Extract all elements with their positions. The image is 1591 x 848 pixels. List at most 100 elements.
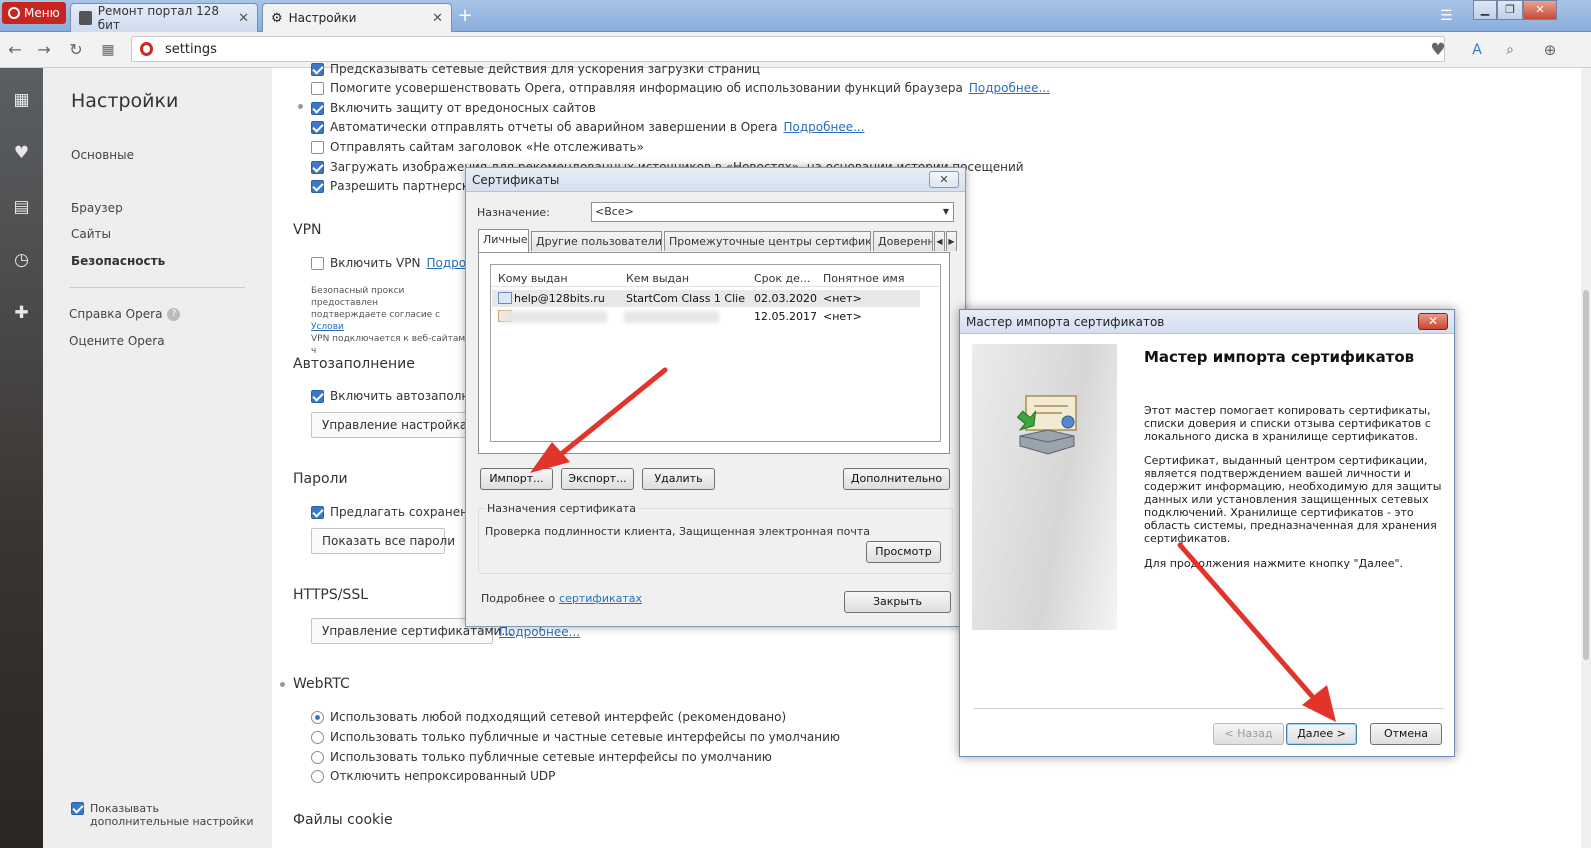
chevron-down-icon: ▼ [942, 207, 949, 216]
extensions-puzzle-icon[interactable]: ✚ [0, 298, 43, 328]
checkbox[interactable] [311, 62, 324, 76]
setting-row[interactable]: Отправлять сайтам заголовок «Не отслежив… [311, 140, 644, 154]
bookmarks-heart-icon[interactable]: ♥ [0, 138, 43, 168]
checkbox[interactable] [311, 81, 324, 95]
show-advanced-checkbox[interactable] [71, 802, 84, 815]
tab-intermediate-ca[interactable]: Промежуточные центры сертификации [664, 231, 871, 251]
table-row[interactable]: 12.05.2017 <нет> [492, 308, 920, 325]
wizard-divider [974, 708, 1444, 709]
view-button[interactable]: Просмотр [866, 541, 941, 563]
setting-row[interactable]: Разрешить партнерским [311, 179, 486, 193]
radio-button[interactable] [311, 750, 324, 764]
vpn-checkbox[interactable] [311, 256, 324, 270]
webrtc-option[interactable]: Использовать любой подходящий сетевой ин… [311, 710, 786, 724]
checkbox[interactable] [311, 120, 324, 134]
radio-button[interactable] [311, 710, 324, 724]
setting-row[interactable]: Предсказывать сетевые действия для ускор… [311, 62, 760, 76]
setting-row[interactable]: Автоматически отправлять отчеты об авари… [311, 120, 865, 134]
forward-icon[interactable]: → [34, 40, 54, 60]
tab-remont-portal[interactable]: Ремонт портал 128 бит ✕ [70, 3, 258, 32]
speed-dial-icon[interactable]: ▦ [98, 40, 118, 60]
tab-scroll-left-icon[interactable]: ◀ [934, 231, 945, 251]
tab-trusted[interactable]: Доверенны [873, 231, 933, 251]
heart-bookmark-icon[interactable]: ♥ [1428, 40, 1448, 60]
checkbox[interactable] [311, 160, 324, 174]
setting-row[interactable]: Включить защиту от вредоносных сайтов [311, 101, 596, 115]
back-button[interactable]: < Назад [1213, 723, 1284, 745]
webrtc-option[interactable]: Использовать только публичные сетевые ин… [311, 750, 772, 764]
vpn-row[interactable]: Включить VPN Подробне [311, 256, 489, 270]
translate-icon[interactable]: A [1467, 40, 1487, 60]
download-icon[interactable]: ⊕ [1540, 40, 1560, 60]
back-icon[interactable]: ← [5, 40, 25, 60]
export-button[interactable]: Экспорт... [561, 468, 634, 490]
tab-settings[interactable]: ⚙ Настройки ✕ [262, 3, 452, 32]
passwords-checkbox[interactable] [311, 505, 324, 519]
nav-item-sites[interactable]: Сайты [71, 227, 111, 241]
more-link[interactable]: Подробнее... [969, 81, 1050, 95]
tab-scroll-right-icon[interactable]: ▶ [946, 231, 957, 251]
cancel-button[interactable]: Отмена [1370, 723, 1442, 745]
nav-item-basic[interactable]: Основные [71, 148, 134, 162]
minimize-button[interactable]: ▁ [1473, 0, 1497, 20]
nav-divider [69, 287, 245, 288]
radio-button[interactable] [311, 730, 324, 744]
purpose-select[interactable]: <Все> ▼ [591, 202, 954, 222]
column-issued-by[interactable]: Кем выдан [626, 272, 689, 285]
advanced-button[interactable]: Дополнительно [843, 468, 950, 490]
table-row[interactable]: help@128bits.ru StartCom Class 1 Clie...… [492, 290, 920, 307]
webrtc-option[interactable]: Использовать только публичные и частные … [311, 730, 840, 744]
show-advanced-row[interactable]: Показывать дополнительные настройки [71, 802, 261, 828]
setting-row[interactable]: Помогите усовершенствовать Opera, отправ… [311, 81, 1050, 95]
maximize-button[interactable]: ❐ [1497, 0, 1523, 20]
vpn-note-line: Безопасный прокси предоставлен [311, 286, 405, 308]
cert-tabs: Личные Другие пользователи Промежуточные… [478, 229, 957, 253]
nav-item-browser[interactable]: Браузер [71, 201, 123, 215]
checkbox[interactable] [311, 179, 324, 193]
option-label: Отключить непроксированный UDP [330, 769, 556, 783]
https-more-link[interactable]: Подробнее... [499, 625, 580, 639]
new-tab-button[interactable]: + [455, 7, 475, 27]
certificates-link[interactable]: сертификатах [559, 592, 642, 605]
more-link[interactable]: Подробнее... [783, 120, 864, 134]
close-button[interactable]: Закрыть [844, 591, 951, 613]
history-clock-icon[interactable]: ◷ [0, 245, 43, 275]
show-passwords-button[interactable]: Показать все пароли [311, 528, 455, 554]
cell-friendly-name: <нет> [823, 310, 862, 323]
tab-other-people[interactable]: Другие пользователи [531, 231, 662, 251]
radio-button[interactable] [311, 769, 324, 783]
address-bar[interactable]: settings [131, 36, 1445, 62]
nav-item-help[interactable]: Справка Opera ? [69, 307, 181, 321]
purposes-group-title: Назначения сертификата [485, 502, 638, 515]
checkbox[interactable] [311, 140, 324, 154]
reload-icon[interactable]: ↻ [66, 40, 86, 60]
manage-autofill-button[interactable]: Управление настройками [311, 412, 484, 438]
wizard-text-line: является подтверждением вашей личности и [1144, 467, 1411, 480]
tab-personal[interactable]: Личные [478, 229, 529, 252]
settings-navigation [43, 68, 272, 848]
nav-item-rate[interactable]: Оцените Opera [69, 334, 165, 348]
column-issued-to[interactable]: Кому выдан [498, 272, 568, 285]
close-tab-icon[interactable]: ✕ [238, 11, 249, 26]
scrollbar-thumb[interactable] [1583, 290, 1589, 660]
checkbox[interactable] [311, 101, 324, 115]
nav-item-security[interactable]: Безопасность [71, 254, 165, 268]
close-tab-icon[interactable]: ✕ [432, 11, 443, 26]
autofill-checkbox[interactable] [311, 389, 324, 403]
column-friendly-name[interactable]: Понятное имя [823, 272, 904, 285]
next-button[interactable]: Далее > [1286, 723, 1357, 745]
vpn-terms-link[interactable]: Услови [311, 322, 344, 332]
delete-button[interactable]: Удалить [642, 468, 715, 490]
import-button[interactable]: Импорт... [480, 468, 553, 490]
close-icon[interactable]: ✕ [1418, 313, 1448, 330]
opera-menu-button[interactable]: Меню [2, 2, 66, 24]
certificate-list[interactable]: Кому выдан Кем выдан Срок де... Понятное… [490, 264, 941, 442]
column-expiration[interactable]: Срок де... [754, 272, 810, 285]
tab-menu-icon[interactable]: ☰ [1440, 8, 1453, 24]
news-icon[interactable]: ▤ [0, 192, 43, 222]
search-icon[interactable]: ⌕ [1500, 40, 1520, 60]
webrtc-option[interactable]: Отключить непроксированный UDP [311, 769, 555, 783]
close-icon[interactable]: ✕ [929, 171, 959, 188]
speed-dial-sidebar-icon[interactable]: ▦ [0, 85, 43, 115]
window-close-button[interactable]: ✕ [1523, 0, 1557, 20]
